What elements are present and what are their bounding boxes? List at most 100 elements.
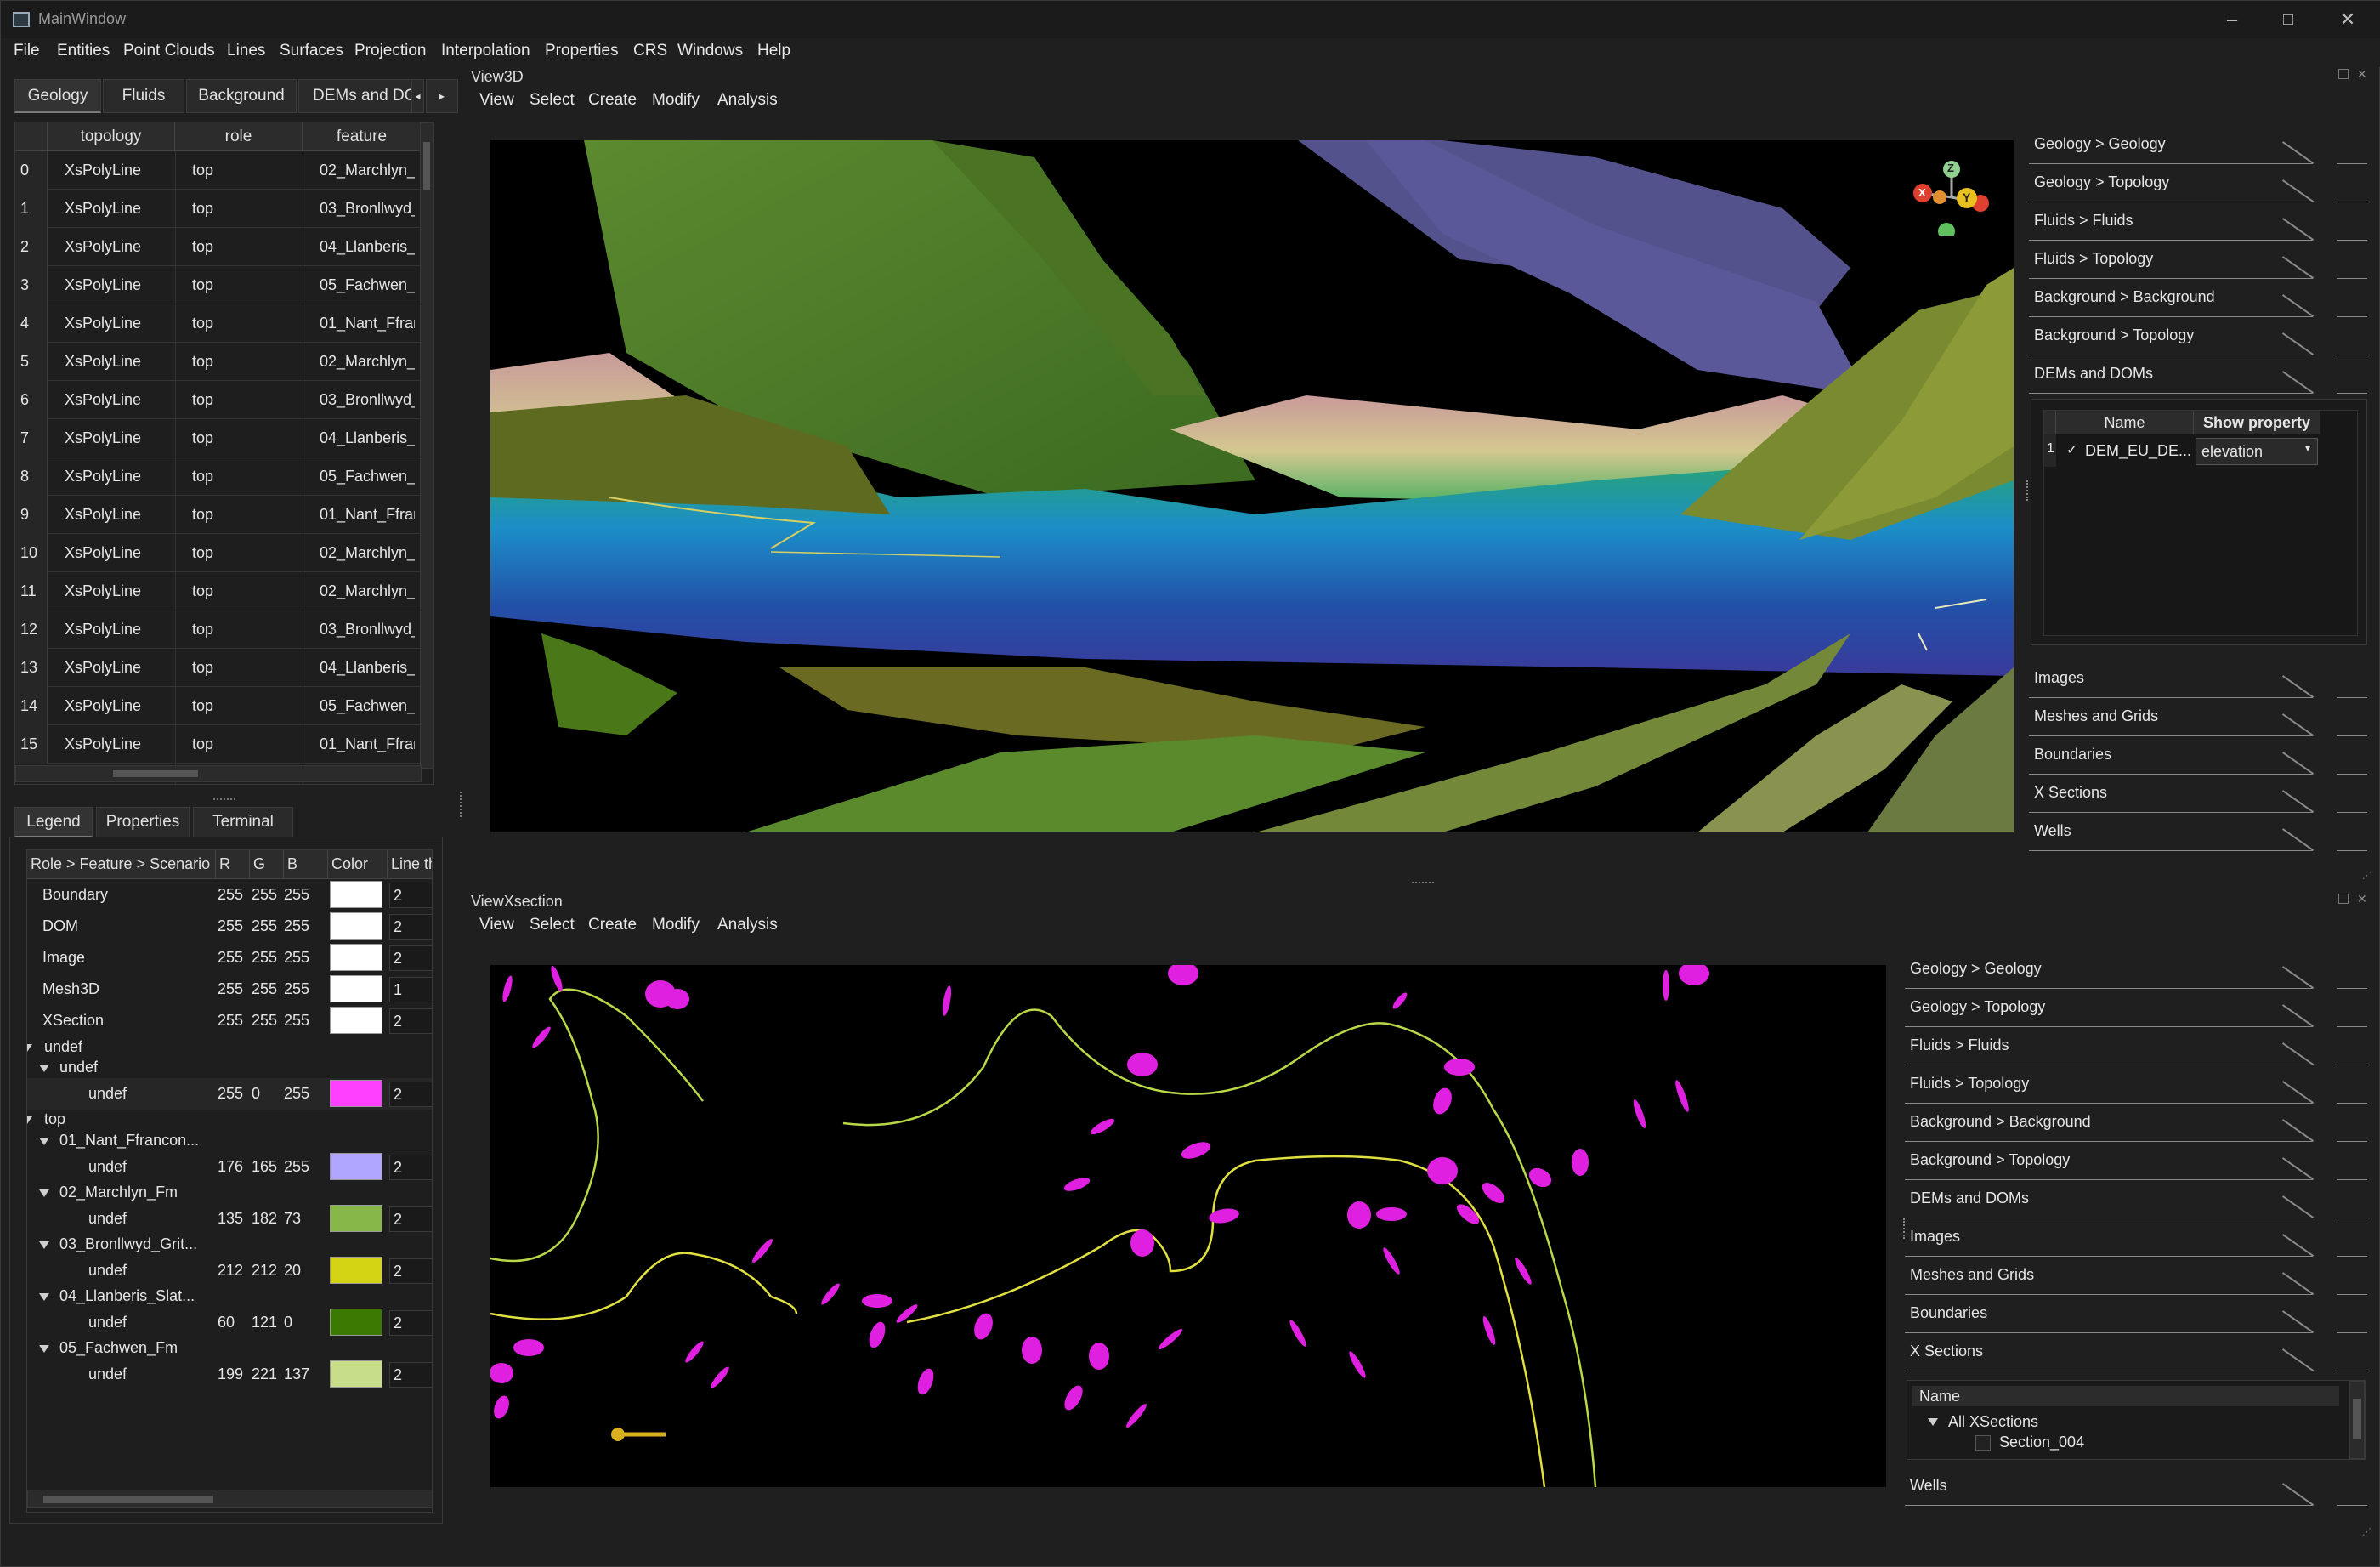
legend-g[interactable]: 212 (252, 1262, 277, 1280)
legend-b[interactable]: 73 (284, 1210, 301, 1228)
panel-xs-wells[interactable]: Wells (1905, 1468, 2367, 1506)
expand-icon[interactable] (39, 1345, 49, 1353)
legend-header-color[interactable]: Color (328, 850, 388, 879)
viewx-menu-create[interactable]: Create (588, 916, 637, 934)
view3d-menu-select[interactable]: Select (530, 91, 575, 110)
table-row[interactable]: 5 XsPolyLine top 02_Marchlyn_Fm (15, 343, 420, 381)
legend-group-row[interactable]: 02_Marchlyn_Fm (27, 1183, 432, 1203)
expand-icon[interactable] (39, 1241, 49, 1249)
legend-row[interactable]: DOM 255 255 255 2 (27, 911, 432, 942)
row-number[interactable]: 15 (15, 725, 48, 764)
row-number[interactable]: 4 (15, 304, 48, 343)
panel-xs-dems-and-doms[interactable]: DEMs and DOMs (1905, 1181, 2367, 1218)
legend-r[interactable]: 255 (218, 980, 243, 998)
row-number[interactable]: 8 (15, 457, 48, 496)
menu-file[interactable]: File (14, 42, 40, 60)
tab-properties[interactable]: Properties (96, 807, 190, 837)
legend-r[interactable]: 199 (218, 1365, 243, 1383)
view3d-menu-analysis[interactable]: Analysis (717, 91, 778, 110)
tree-item-section[interactable]: Section_004 (1999, 1434, 2084, 1451)
legend-b[interactable]: 0 (284, 1314, 292, 1331)
panel-3d-geology-geology[interactable]: Geology > Geology (2029, 127, 2367, 164)
panel-3d-meshes-and-grids[interactable]: Meshes and Grids (2029, 699, 2367, 736)
panel-xs-geology-topology[interactable]: Geology > Topology (1905, 990, 2367, 1027)
row-number[interactable]: 10 (15, 534, 48, 572)
legend-row[interactable]: Mesh3D 255 255 255 1 (27, 974, 432, 1005)
legend-header-r[interactable]: R (216, 850, 250, 879)
legend-header-line-thickness[interactable]: Line thi (388, 850, 432, 879)
menu-interpolation[interactable]: Interpolation (441, 42, 530, 60)
legend-header-name[interactable]: Role > Feature > Scenario (27, 850, 216, 879)
row-number[interactable]: 6 (15, 381, 48, 419)
legend-b[interactable]: 255 (284, 949, 309, 967)
legend-r[interactable]: 212 (218, 1262, 243, 1280)
panel-3d-fluids-fluids[interactable]: Fluids > Fluids (2029, 203, 2367, 241)
legend-b[interactable]: 20 (284, 1262, 301, 1280)
legend-r[interactable]: 255 (218, 917, 243, 935)
legend-group-row[interactable]: 04_Llanberis_Slat... (27, 1286, 432, 1307)
viewx-float-icon[interactable] (2338, 894, 2349, 904)
panel-xs-fluids-fluids[interactable]: Fluids > Fluids (1905, 1028, 2367, 1065)
panel-xs-boundaries[interactable]: Boundaries (1905, 1296, 2367, 1333)
tab-geology[interactable]: Geology (14, 79, 101, 113)
legend-color-swatch[interactable] (330, 944, 382, 971)
legend-b[interactable]: 255 (284, 980, 309, 998)
table-row[interactable]: 1 XsPolyLine top 03_Bronllwyd_Grit_Fm (15, 190, 420, 228)
table-row[interactable]: 0 XsPolyLine top 02_Marchlyn_Fm (15, 151, 420, 190)
menu-entities[interactable]: Entities (57, 42, 110, 60)
section-checkbox[interactable] (1975, 1435, 1991, 1451)
expand-icon[interactable] (1928, 1418, 1938, 1426)
legend-row[interactable]: undef 60 121 0 2 (27, 1307, 432, 1338)
tab-terminal[interactable]: Terminal (193, 807, 293, 837)
panel-xs-meshes-and-grids[interactable]: Meshes and Grids (1905, 1258, 2367, 1295)
panel-xs-geology-geology[interactable]: Geology > Geology (1905, 951, 2367, 989)
splitter-handle[interactable] (1412, 882, 1434, 887)
tab-scroll-right-icon[interactable]: ▸ (426, 79, 458, 113)
legend-line-thickness[interactable]: 2 (389, 1082, 432, 1107)
legend-line-thickness[interactable]: 2 (389, 1206, 432, 1232)
panel-3d-geology-topology[interactable]: Geology > Topology (2029, 165, 2367, 202)
expand-icon[interactable] (39, 1138, 49, 1145)
legend-row[interactable]: Boundary 255 255 255 2 (27, 879, 432, 911)
table-row[interactable]: 15 XsPolyLine top 01_Nant_Ffrancon_Fm (15, 725, 420, 764)
legend-line-thickness[interactable]: 2 (389, 1310, 432, 1336)
legend-r[interactable]: 135 (218, 1210, 243, 1228)
legend-row[interactable]: undef 176 165 255 2 (27, 1151, 432, 1183)
legend-row[interactable]: undef 212 212 20 2 (27, 1255, 432, 1286)
legend-color-swatch[interactable] (330, 912, 382, 940)
panel-3d-background-background[interactable]: Background > Background (2029, 280, 2367, 317)
legend-color-swatch[interactable] (330, 1360, 382, 1388)
legend-g[interactable]: 255 (252, 886, 277, 904)
viewx-menu-analysis[interactable]: Analysis (717, 916, 778, 934)
legend-line-thickness[interactable]: 2 (389, 1008, 432, 1034)
legend-horizontal-scrollbar[interactable] (27, 1490, 432, 1508)
expand-icon[interactable] (39, 1293, 49, 1301)
legend-row[interactable]: undef 135 182 73 2 (27, 1203, 432, 1235)
menu-properties[interactable]: Properties (545, 42, 619, 60)
legend-b[interactable]: 255 (284, 1012, 309, 1030)
table-row[interactable]: 10 XsPolyLine top 02_Marchlyn_Fm (15, 534, 420, 572)
legend-g[interactable]: 182 (252, 1210, 277, 1228)
row-number[interactable]: 7 (15, 419, 48, 457)
table-row[interactable]: 12 XsPolyLine top 03_Bronllwyd_Grit_Fm (15, 610, 420, 649)
legend-group-row[interactable]: 03_Bronllwyd_Grit... (27, 1235, 432, 1255)
legend-color-swatch[interactable] (330, 1153, 382, 1180)
xsection-tree-header[interactable]: Name (1912, 1386, 2339, 1406)
row-number[interactable]: 13 (15, 649, 48, 687)
table-row[interactable]: 2 XsPolyLine top 04_Llanberis_Slates_Fm (15, 228, 420, 266)
legend-r[interactable]: 176 (218, 1158, 243, 1176)
expand-icon[interactable] (39, 1065, 49, 1072)
maximize-button[interactable]: □ (2258, 1, 2318, 38)
legend-header-b[interactable]: B (284, 850, 328, 879)
legend-r[interactable]: 255 (218, 1012, 243, 1030)
resize-grip-icon[interactable]: ⋰ (2362, 870, 2374, 882)
legend-r[interactable]: 60 (218, 1314, 235, 1331)
tab-dems-and-doms[interactable]: DEMs and DOMs (298, 79, 424, 113)
panel-xs-background-topology[interactable]: Background > Topology (1905, 1143, 2367, 1180)
legend-color-swatch[interactable] (330, 1309, 382, 1336)
panel-splitter-handle[interactable] (1903, 1218, 1907, 1239)
legend-line-thickness[interactable]: 2 (389, 883, 432, 908)
table-row[interactable]: 6 XsPolyLine top 03_Bronllwyd_Grit_Fm (15, 381, 420, 419)
view3d-menu-modify[interactable]: Modify (652, 91, 700, 110)
resize-grip-icon-bottom[interactable]: ⋰ (2362, 1526, 2374, 1538)
